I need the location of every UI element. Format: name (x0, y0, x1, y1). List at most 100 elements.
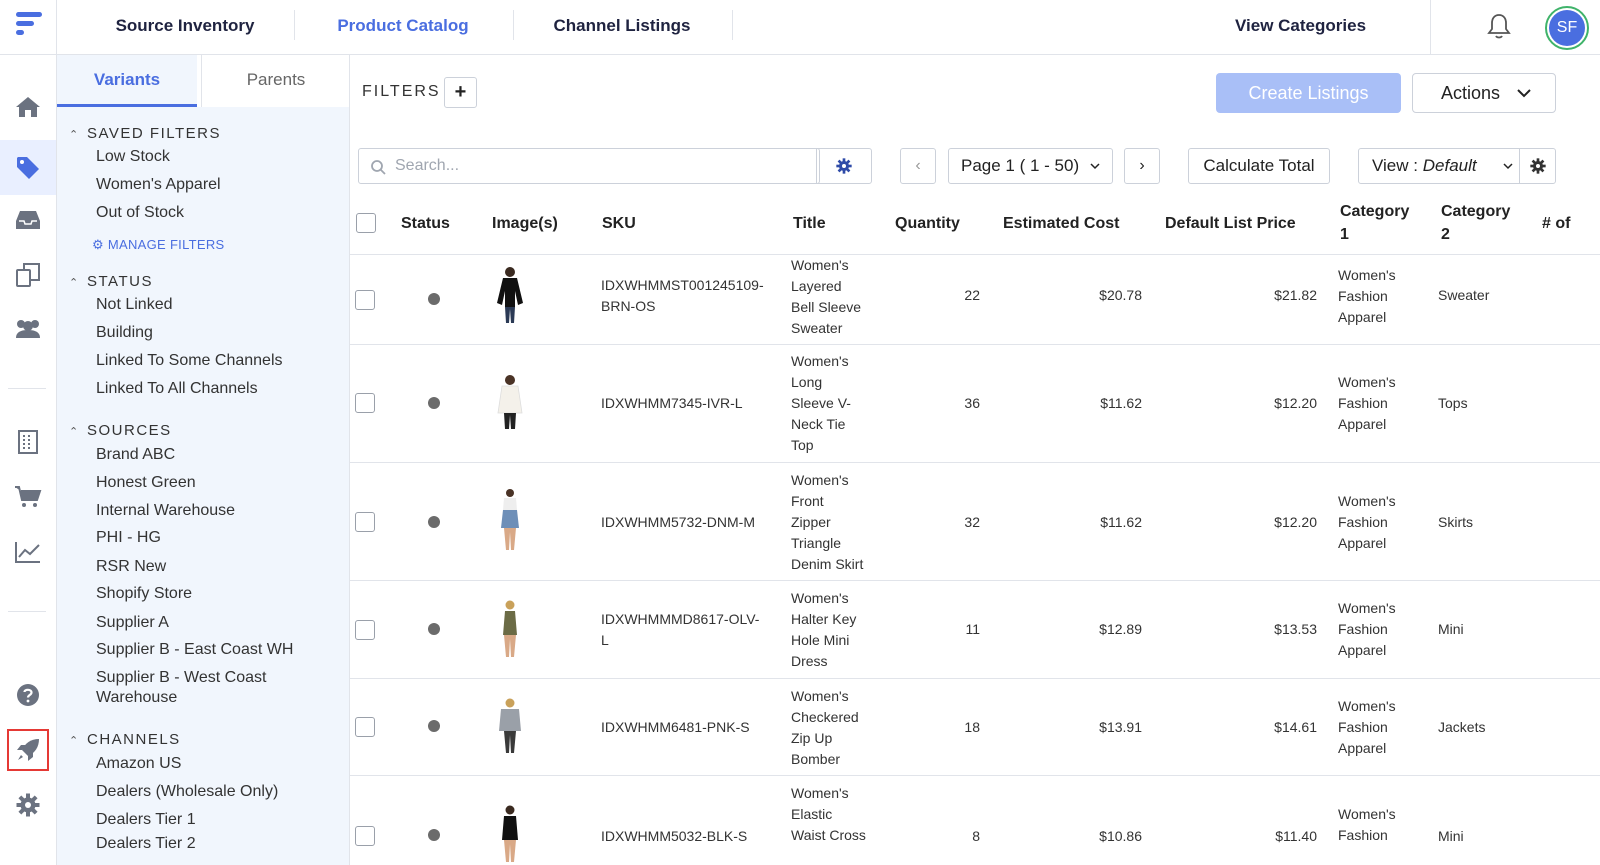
section-channels[interactable]: ⌃ CHANNELS (69, 731, 181, 748)
row-checkbox[interactable] (355, 290, 375, 310)
header-estimated-cost[interactable]: Estimated Cost (1003, 212, 1119, 235)
filter-item[interactable]: Honest Green (96, 474, 196, 492)
table-row[interactable]: IDXWHMM5732-DNM-M Women's Front Zipper Tria… (350, 463, 1600, 581)
category-line: Women's (1338, 493, 1396, 509)
filter-item[interactable]: Brand ABC (96, 446, 175, 464)
header-default-list-price[interactable]: Default List Price (1165, 212, 1296, 235)
filter-item[interactable]: Building (96, 324, 153, 342)
filter-item[interactable]: Dealers Tier 2 (96, 835, 196, 853)
filter-item[interactable]: Supplier A (96, 614, 169, 632)
next-page-button[interactable]: › (1124, 148, 1160, 184)
view-categories-link[interactable]: View Categories (1235, 0, 1366, 55)
actions-dropdown[interactable]: Actions (1412, 73, 1556, 113)
select-all-checkbox[interactable] (356, 213, 376, 233)
filter-item[interactable]: Women's Apparel (96, 176, 221, 194)
header-images[interactable]: Image(s) (492, 212, 558, 235)
filter-item[interactable]: Warehouse (96, 689, 177, 707)
table-row[interactable]: IDXWHMM5032-BLK-S Women's Elastic Waist Cr… (350, 776, 1600, 865)
product-thumbnail[interactable] (490, 599, 530, 659)
filter-item[interactable]: Linked To All Channels (96, 380, 258, 398)
tab-channel-listings[interactable]: Channel Listings (537, 0, 707, 55)
building-icon (18, 430, 38, 454)
product-thumbnail[interactable] (490, 804, 530, 864)
rail-users[interactable] (0, 307, 56, 351)
prev-page-button[interactable]: ‹ (900, 148, 936, 184)
header-more[interactable]: # of (1542, 212, 1570, 235)
price-cell: $12.20 (1274, 395, 1317, 411)
rail-help[interactable] (0, 673, 56, 717)
table-row[interactable]: IDXWHMMMD8617-OLV- L Women's Halter Key Hol… (350, 581, 1600, 679)
category-line: Women's (1338, 374, 1396, 390)
filter-item[interactable]: Amazon US (96, 755, 181, 773)
filter-item[interactable]: Supplier B - West Coast (96, 669, 266, 687)
section-saved-filters[interactable]: ⌃ SAVED FILTERS (69, 125, 221, 142)
sku-line: BRN-OS (601, 298, 656, 314)
title-line: Denim Skirt (791, 556, 864, 572)
rail-orders[interactable] (0, 475, 56, 519)
sku-line: IDXWHMM7345-IVR-L (601, 395, 743, 411)
section-status[interactable]: ⌃ STATUS (69, 273, 153, 290)
product-thumbnail[interactable] (490, 265, 530, 325)
product-thumbnail[interactable] (490, 488, 530, 552)
view-settings-button[interactable] (1519, 148, 1556, 184)
product-thumbnail[interactable] (490, 373, 530, 433)
create-listings-button[interactable]: Create Listings (1216, 73, 1401, 113)
title-line: Front (791, 493, 824, 509)
view-value: Default (1422, 156, 1477, 175)
app-logo[interactable] (0, 0, 57, 55)
filter-item[interactable]: RSR New (96, 558, 166, 576)
rail-launch[interactable] (0, 728, 56, 772)
filter-item[interactable]: Dealers Tier 1 (96, 811, 196, 829)
row-checkbox[interactable] (355, 512, 375, 532)
filter-item[interactable]: Internal Warehouse (96, 502, 235, 520)
filter-item[interactable]: Shopify Store (96, 585, 192, 603)
add-filter-button[interactable]: + (444, 77, 477, 108)
rail-documents[interactable] (0, 253, 56, 297)
header-category-2[interactable]: Category 2 (1441, 200, 1510, 246)
header-status[interactable]: Status (401, 212, 450, 235)
filter-item[interactable]: Supplier B - East Coast WH (96, 641, 293, 659)
view-select[interactable]: View : Default (1358, 148, 1520, 184)
product-thumbnail[interactable] (490, 697, 530, 757)
title-cell: Women's Elastic Waist Cross (791, 783, 866, 846)
header-sku[interactable]: SKU (602, 212, 636, 235)
rail-company[interactable] (0, 420, 56, 464)
filter-item[interactable]: PHI - HG (96, 529, 161, 547)
rail-analytics[interactable] (0, 530, 56, 574)
calculate-total-button[interactable]: Calculate Total (1188, 148, 1330, 184)
row-checkbox[interactable] (355, 826, 375, 846)
category-1-cell: Women's Fashion Apparel (1338, 598, 1396, 661)
filter-item[interactable]: Linked To Some Channels (96, 352, 283, 370)
chart-line-icon (15, 542, 40, 563)
search-settings-button[interactable] (816, 148, 872, 184)
section-sources[interactable]: ⌃ SOURCES (69, 422, 172, 439)
page-select[interactable]: Page 1 ( 1 - 50) (948, 148, 1113, 184)
rail-inbox[interactable] (0, 198, 56, 242)
search-input[interactable] (395, 155, 795, 177)
header-quantity[interactable]: Quantity (895, 212, 960, 235)
header-category-1[interactable]: Category 1 (1340, 200, 1409, 246)
rail-home[interactable] (0, 85, 56, 129)
rail-settings[interactable] (0, 783, 56, 827)
tag-icon (17, 156, 39, 179)
tab-parents[interactable]: Parents (202, 55, 349, 107)
notifications-bell-icon[interactable] (1486, 12, 1512, 45)
tab-source-inventory[interactable]: Source Inventory (100, 0, 270, 55)
user-avatar[interactable]: SF (1545, 6, 1589, 50)
filter-item[interactable]: Out of Stock (96, 204, 184, 222)
tab-product-catalog[interactable]: Product Catalog (318, 0, 488, 55)
quantity-cell: 11 (965, 621, 980, 637)
rail-catalog[interactable] (0, 140, 56, 195)
tab-variants[interactable]: Variants (57, 55, 197, 107)
row-checkbox[interactable] (355, 393, 375, 413)
header-title[interactable]: Title (793, 212, 826, 235)
row-checkbox[interactable] (355, 717, 375, 737)
filter-item[interactable]: Not Linked (96, 296, 173, 314)
table-row[interactable]: IDXWHMM6481-PNK-S Women's Checkered Zip Up… (350, 679, 1600, 776)
table-row[interactable]: IDXWHMMST001245109- BRN-OS Women's Layered… (350, 255, 1600, 345)
manage-filters-link[interactable]: ⚙ MANAGE FILTERS (92, 237, 225, 253)
table-row[interactable]: IDXWHMM7345-IVR-L Women's Long Sleeve V- Ne… (350, 345, 1600, 463)
filter-item[interactable]: Dealers (Wholesale Only) (96, 783, 278, 801)
row-checkbox[interactable] (355, 620, 375, 640)
filter-item[interactable]: Low Stock (96, 148, 170, 166)
